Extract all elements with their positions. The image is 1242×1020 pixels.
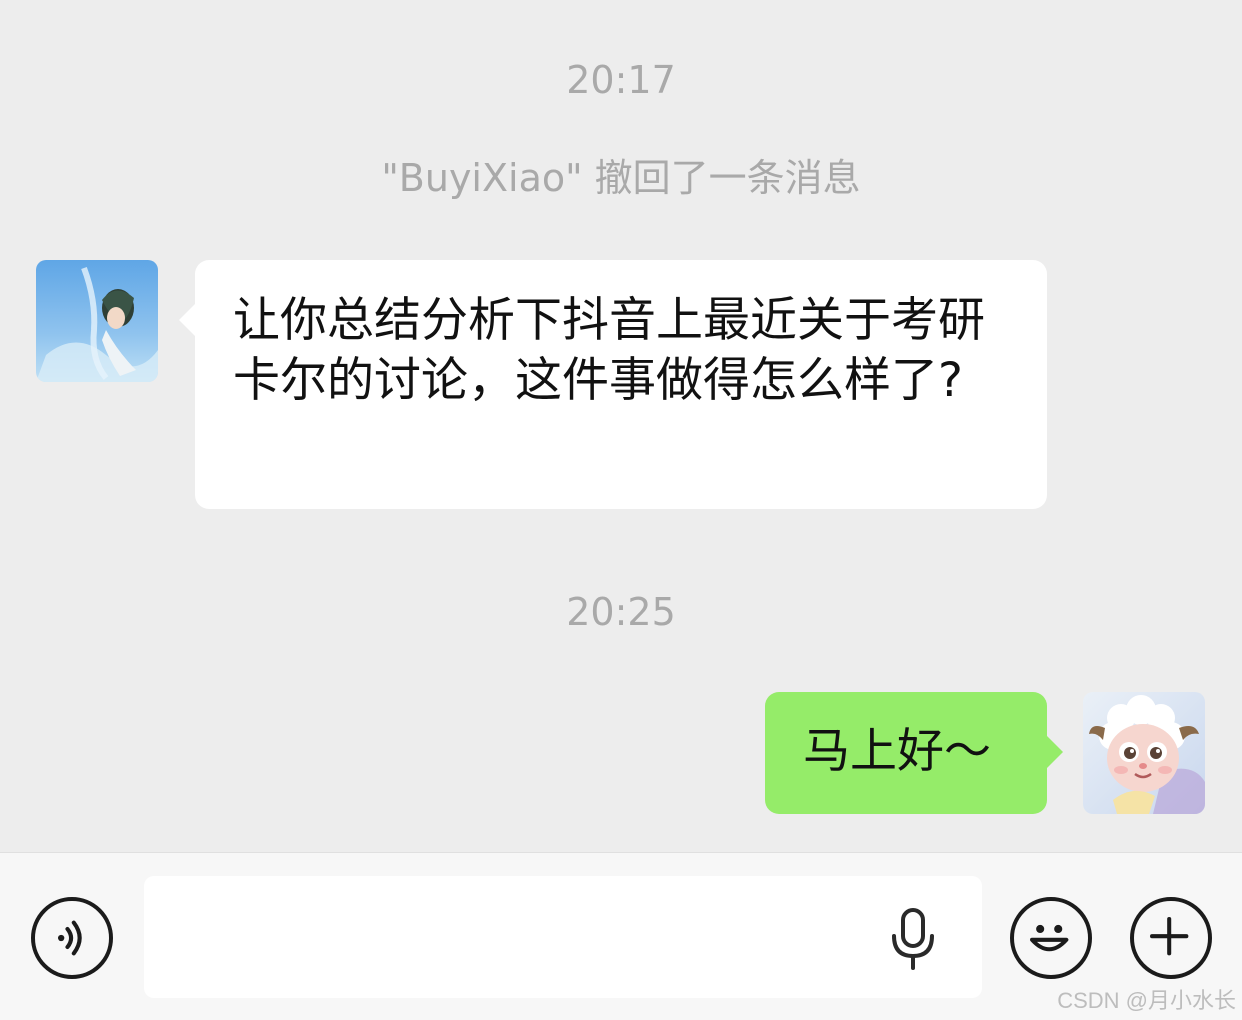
- incoming-message-bubble[interactable]: 让你总结分析下抖音上最近关于考研卡尔的讨论，这件事做得怎么样了?: [179, 260, 1047, 509]
- bubble-tail: [1047, 736, 1063, 768]
- outgoing-message-text: 马上好～: [803, 724, 991, 779]
- outgoing-message-bubble[interactable]: 马上好～: [765, 692, 1063, 814]
- chat-area[interactable]: 20:17 "BuyiXiao" 撤回了一条消息 让你总结分析下抖音上最近关于考…: [0, 0, 1242, 852]
- contact-avatar-image: [36, 260, 158, 382]
- voice-toggle-icon: [58, 920, 82, 956]
- voice-toggle-button[interactable]: [31, 897, 113, 979]
- incoming-message-text: 让你总结分析下抖音上最近关于考研卡尔的讨论，这件事做得怎么样了?: [233, 293, 985, 408]
- microphone-icon[interactable]: [888, 908, 938, 970]
- emoji-icon: [1030, 924, 1069, 952]
- emoji-button[interactable]: [1010, 897, 1092, 979]
- more-button[interactable]: [1130, 897, 1212, 979]
- my-avatar-image: [1083, 692, 1205, 814]
- contact-avatar[interactable]: [36, 260, 158, 382]
- recall-notice: "BuyiXiao" 撤回了一条消息: [381, 156, 861, 200]
- watermark: CSDN @月小水长: [1057, 988, 1236, 1013]
- plus-icon: [1150, 917, 1189, 956]
- bubble-tail: [179, 304, 195, 336]
- timestamp: 20:25: [566, 590, 676, 634]
- message-input[interactable]: [144, 876, 982, 998]
- timestamp: 20:17: [566, 58, 676, 102]
- input-bar: CSDN @月小水长: [0, 852, 1242, 1020]
- my-avatar[interactable]: [1083, 692, 1205, 814]
